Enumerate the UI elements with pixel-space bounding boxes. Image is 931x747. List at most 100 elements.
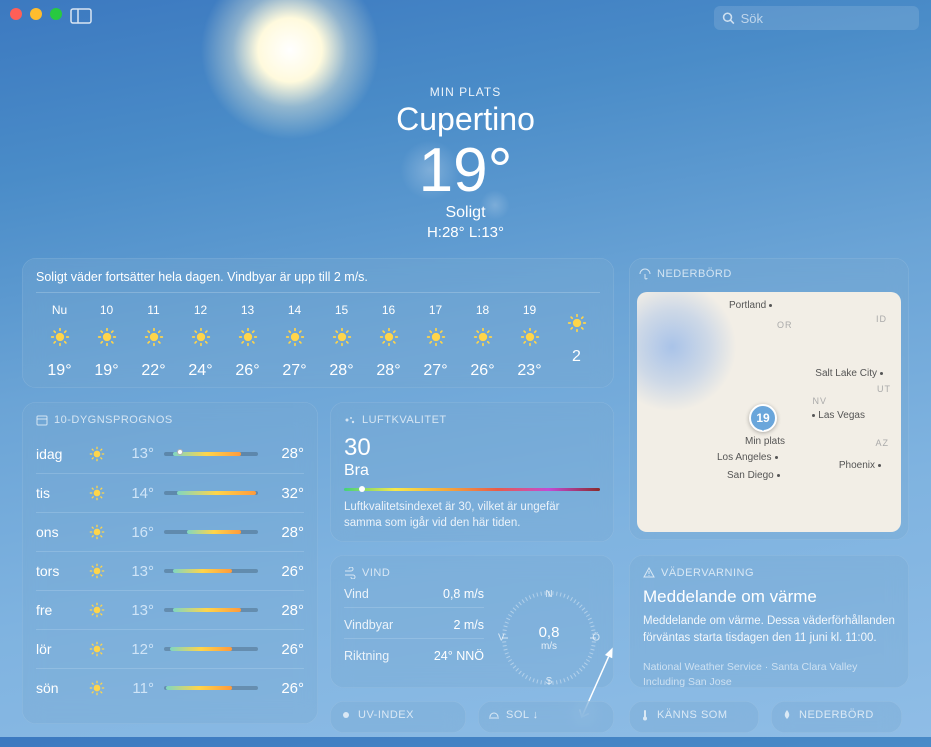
hourly-item[interactable]: 10 19° bbox=[83, 303, 130, 380]
sun-icon bbox=[426, 327, 446, 352]
hourly-item[interactable]: 19 23° bbox=[506, 303, 553, 380]
precip-cloud-overlay bbox=[637, 292, 737, 412]
current-condition: Soligt bbox=[0, 204, 931, 222]
precipitation-map[interactable]: Portland Salt Lake City Las Vegas Los An… bbox=[637, 292, 901, 532]
card-title: VÄDERVARNING bbox=[661, 567, 754, 579]
day-high: 28° bbox=[268, 445, 304, 462]
weather-alert-card[interactable]: VÄDERVARNING Meddelande om värme Meddela… bbox=[629, 555, 909, 688]
hourly-temp: 28° bbox=[376, 362, 400, 380]
hourly-temp: 19° bbox=[47, 362, 71, 380]
sun-icon bbox=[332, 327, 352, 352]
sun-icon bbox=[144, 327, 164, 352]
sun-icon bbox=[86, 524, 108, 540]
temp-range-bar bbox=[164, 569, 258, 573]
wind-row: Riktning24° NNÖ bbox=[344, 649, 484, 669]
day-high: 32° bbox=[268, 485, 304, 502]
thermometer-icon bbox=[639, 709, 651, 721]
hourly-time: 18 bbox=[476, 303, 489, 317]
map-city-la: Los Angeles bbox=[717, 452, 778, 463]
forecast-day-row[interactable]: lör 12° 26° bbox=[36, 629, 304, 668]
day-low: 13° bbox=[118, 445, 154, 462]
forecast-day-row[interactable]: fre 13° 28° bbox=[36, 590, 304, 629]
search-input[interactable] bbox=[741, 11, 911, 26]
aq-description: Luftkvalitetsindexet är 30, vilket är un… bbox=[344, 499, 600, 531]
hourly-item[interactable]: 12 24° bbox=[177, 303, 224, 380]
precipitation-card[interactable]: NEDERBÖRD bbox=[771, 701, 902, 733]
forecast-day-row[interactable]: sön 11° 26° bbox=[36, 668, 304, 707]
hourly-temp: 23° bbox=[517, 362, 541, 380]
toggle-sidebar-button[interactable] bbox=[70, 8, 92, 24]
alert-icon bbox=[643, 567, 655, 579]
sunset-card[interactable]: SOL ↓ bbox=[478, 701, 614, 733]
forecast-day-row[interactable]: tis 14° 32° bbox=[36, 473, 304, 512]
hourly-item[interactable]: 11 22° bbox=[130, 303, 177, 380]
map-city-sd: San Diego bbox=[727, 470, 780, 481]
sun-icon bbox=[238, 327, 258, 352]
hourly-item[interactable]: 2 bbox=[553, 303, 600, 380]
wind-compass: N S Ö V 0,8 m/s bbox=[502, 591, 596, 685]
hourly-item[interactable]: 18 26° bbox=[459, 303, 506, 380]
sun-icon bbox=[473, 327, 493, 352]
hourly-time: 10 bbox=[100, 303, 113, 317]
wind-val: 2 m/s bbox=[453, 618, 484, 632]
feels-like-card[interactable]: KÄNNS SOM bbox=[629, 701, 759, 733]
temp-range-bar bbox=[164, 491, 258, 495]
sun-icon bbox=[97, 327, 117, 352]
city-name: Cupertino bbox=[0, 101, 931, 138]
drop-icon bbox=[781, 709, 793, 721]
wind-card[interactable]: VIND Vind0,8 m/sVindbyar2 m/sRiktning24°… bbox=[330, 555, 614, 688]
forecast-day-row[interactable]: ons 16° 28° bbox=[36, 512, 304, 551]
air-quality-card[interactable]: LUFTKVALITET 30 Bra Luftkvalitetsindexet… bbox=[330, 402, 614, 542]
hourly-item[interactable]: 17 27° bbox=[412, 303, 459, 380]
close-window-button[interactable] bbox=[10, 8, 22, 20]
day-name: fre bbox=[36, 602, 76, 618]
hourly-item[interactable]: 14 27° bbox=[271, 303, 318, 380]
day-low: 13° bbox=[118, 563, 154, 580]
hourly-temp: 27° bbox=[423, 362, 447, 380]
hourly-summary: Soligt väder fortsätter hela dagen. Vind… bbox=[36, 270, 600, 284]
map-city-phx: Phoenix bbox=[839, 460, 881, 471]
day-name: sön bbox=[36, 680, 76, 696]
temp-range-bar bbox=[164, 608, 258, 612]
map-my-location-pin[interactable]: 19 bbox=[749, 404, 777, 432]
wind-row: Vind0,8 m/s bbox=[344, 587, 484, 608]
ten-day-forecast-card[interactable]: 10-DYGNSPROGNOS idag 13° 28°tis 14° 32°o… bbox=[22, 402, 318, 724]
hourly-temp: 28° bbox=[329, 362, 353, 380]
hourly-item[interactable]: Nu 19° bbox=[36, 303, 83, 380]
hourly-temp: 19° bbox=[94, 362, 118, 380]
day-high: 26° bbox=[268, 680, 304, 697]
map-state-id: ID bbox=[876, 314, 887, 324]
sun-icon bbox=[86, 680, 108, 696]
minimize-window-button[interactable] bbox=[30, 8, 42, 20]
precipitation-map-card[interactable]: NEDERBÖRD Portland Salt Lake City Las Ve… bbox=[629, 258, 909, 540]
sun-icon bbox=[86, 446, 108, 462]
hourly-time: 11 bbox=[147, 303, 159, 317]
search-field[interactable] bbox=[714, 6, 919, 30]
card-title: NEDERBÖRD bbox=[657, 268, 732, 280]
hourly-item[interactable]: 16 28° bbox=[365, 303, 412, 380]
card-title: SOL ↓ bbox=[506, 709, 539, 721]
hourly-forecast-card[interactable]: Soligt väder fortsätter hela dagen. Vind… bbox=[22, 258, 614, 388]
compass-value: 0,8 bbox=[539, 624, 560, 641]
forecast-day-row[interactable]: idag 13° 28° bbox=[36, 434, 304, 473]
hourly-time: Nu bbox=[52, 303, 67, 317]
umbrella-icon bbox=[639, 268, 651, 280]
sun-icon bbox=[340, 709, 352, 721]
temp-range-bar bbox=[164, 452, 258, 456]
card-title: NEDERBÖRD bbox=[799, 709, 874, 721]
aq-label: Bra bbox=[344, 462, 600, 480]
card-title: UV-INDEX bbox=[358, 709, 414, 721]
hourly-item[interactable]: 15 28° bbox=[318, 303, 365, 380]
uv-index-card[interactable]: UV-INDEX bbox=[330, 701, 466, 733]
fullscreen-window-button[interactable] bbox=[50, 8, 62, 20]
hourly-item[interactable]: 13 26° bbox=[224, 303, 271, 380]
wind-val: 24° NNÖ bbox=[434, 649, 484, 663]
wind-row: Vindbyar2 m/s bbox=[344, 618, 484, 639]
day-name: ons bbox=[36, 524, 76, 540]
day-low: 14° bbox=[118, 485, 154, 502]
hourly-temp: 22° bbox=[141, 362, 165, 380]
sunset-icon bbox=[488, 709, 500, 721]
sun-icon bbox=[86, 485, 108, 501]
forecast-day-row[interactable]: tors 13° 26° bbox=[36, 551, 304, 590]
sun-icon bbox=[86, 563, 108, 579]
